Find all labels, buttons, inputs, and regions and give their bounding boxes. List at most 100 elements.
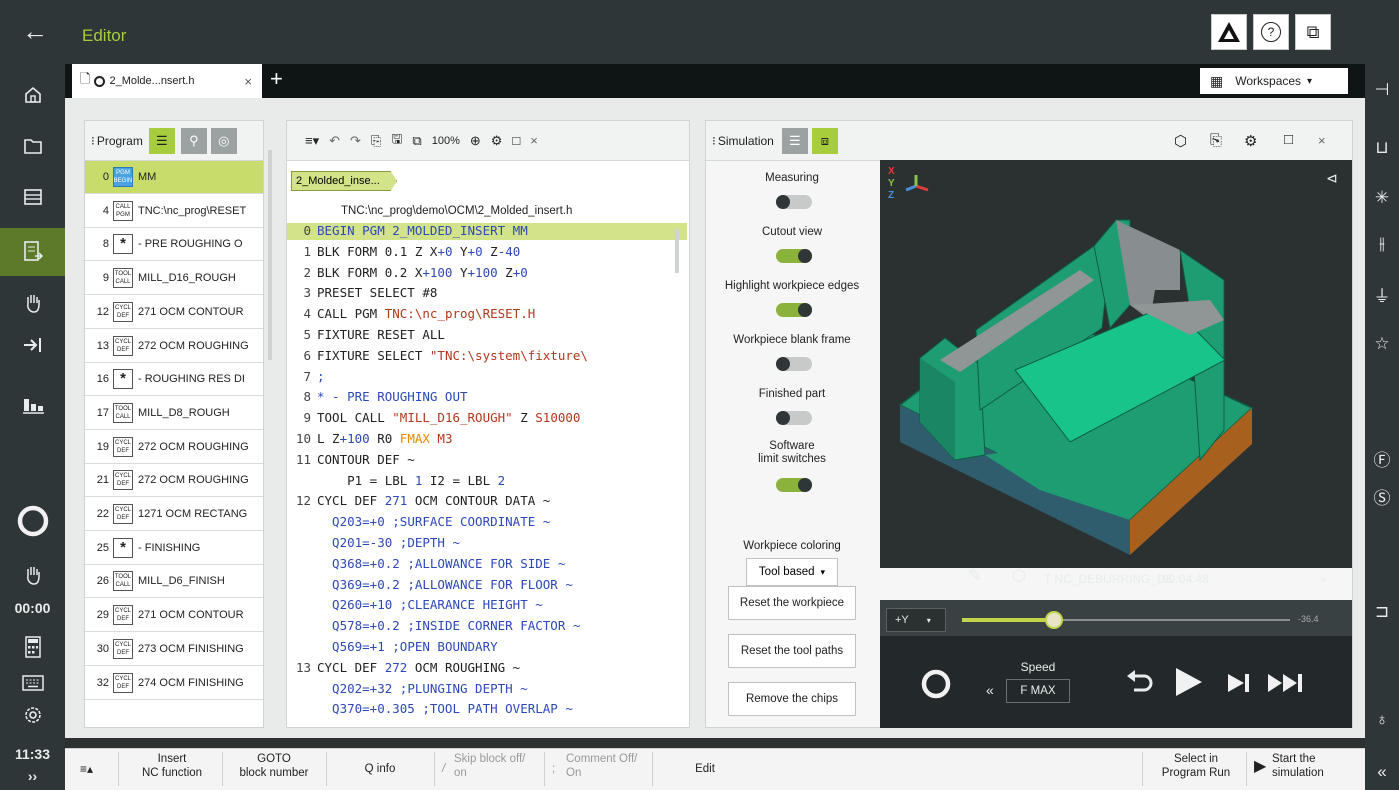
settings-gear-icon[interactable] <box>0 694 65 736</box>
table-icon[interactable] <box>0 176 65 218</box>
program-row[interactable]: 19 CYCL DEF 272 OCM ROUGHING <box>85 430 263 464</box>
toggle-switch[interactable] <box>776 357 812 371</box>
code-line[interactable]: Q569=+1 ;OPEN BOUNDARY <box>287 639 687 656</box>
code-line[interactable]: Q368=+0.2 ;ALLOWANCE FOR SIDE ~ <box>287 556 687 573</box>
select-in-program-run-button[interactable]: Select in Program Run <box>1150 752 1242 780</box>
cycle-start-icon[interactable] <box>0 496 65 546</box>
add-tab-button[interactable]: + <box>270 66 283 92</box>
editor-scrollbar[interactable] <box>675 229 679 273</box>
play-icon[interactable] <box>1172 666 1204 703</box>
code-line[interactable]: P1 = LBL 1 I2 = LBL 2 <box>287 473 687 490</box>
code-line[interactable]: 9 TOOL CALL "MILL_D16_ROUGH" Z S10000 <box>287 410 687 427</box>
expand-chevron-icon[interactable]: ›› <box>0 768 65 784</box>
close-panel-icon[interactable]: × <box>530 133 538 148</box>
code-line[interactable]: 4 CALL PGM TNC:\nc_prog\RESET.H <box>287 306 687 323</box>
workspaces-dropdown[interactable]: ▦ Workspaces ▾ <box>1200 68 1348 94</box>
program-row[interactable]: 13 CYCL DEF 272 OCM ROUGHING <box>85 329 263 363</box>
menu-caret-icon[interactable]: ≡▾ <box>305 133 319 149</box>
code-line[interactable]: 10 L Z+100 R0 FMAX M3 <box>287 431 687 448</box>
settings-icon[interactable]: ⚙ <box>491 133 503 149</box>
spindle-override-icon[interactable]: Ⓢ <box>1365 478 1399 514</box>
windows-icon[interactable]: ⧉ <box>1295 14 1331 50</box>
toggle-switch[interactable] <box>776 195 812 209</box>
splitter[interactable] <box>268 150 272 360</box>
code-line[interactable]: 5 FIXTURE RESET ALL <box>287 327 687 344</box>
editor-icon[interactable] <box>0 228 65 276</box>
3d-cube-icon[interactable]: ⬡ <box>1174 132 1187 150</box>
pin-icon[interactable]: ⊲ <box>1326 170 1338 187</box>
expand-icon[interactable]: » <box>1320 572 1327 586</box>
toggle-switch[interactable] <box>776 249 812 263</box>
code-line[interactable]: 2 BLK FORM 0.2 X+100 Y+100 Z+0 <box>287 265 687 282</box>
code-line[interactable]: 7; <box>287 369 687 386</box>
tool-path-icon[interactable]: ✎ <box>968 566 982 586</box>
list-view-icon[interactable]: ☰ <box>781 127 808 154</box>
code-line[interactable]: Q369=+0.2 ;ALLOWANCE FOR FLOOR ~ <box>287 577 687 594</box>
code-line[interactable]: 12 CYCL DEF 271 OCM CONTOUR DATA ~ <box>287 493 687 510</box>
slider-knob[interactable] <box>1044 611 1063 629</box>
tab-close-icon[interactable]: × <box>244 74 252 89</box>
code-line[interactable]: Q260=+10 ;CLEARANCE HEIGHT ~ <box>287 597 687 614</box>
favorites-star-icon[interactable]: ☆ <box>1365 326 1399 362</box>
help-icon[interactable]: ? <box>1253 14 1289 50</box>
heidenhain-logo-icon[interactable] <box>1211 14 1247 50</box>
start-simulation-button[interactable]: Start the simulation <box>1272 752 1344 780</box>
program-row[interactable]: 16 * - ROUGHING RES DI <box>85 363 263 397</box>
probe-icon[interactable]: ⊔ <box>1365 130 1399 166</box>
softkey-menu-icon[interactable]: ≡▴ <box>80 762 93 776</box>
toggle-switch[interactable] <box>776 303 812 317</box>
code-editor[interactable]: 0 BEGIN PGM 2_MOLDED_INSERT MM 1 BLK FORM 0… <box>287 223 689 727</box>
export-icon[interactable]: ⎘ <box>1210 132 1222 149</box>
zoom-icon[interactable]: ⊕ <box>470 133 481 149</box>
code-line[interactable]: 1 BLK FORM 0.1 Z X+0 Y+0 Z-40 <box>287 244 687 261</box>
exit-door-icon[interactable]: ⊐ <box>1365 594 1399 630</box>
insert-nc-function-button[interactable]: Insert NC function <box>124 752 220 780</box>
undo-icon[interactable]: ↶ <box>329 133 340 149</box>
coolant-icon[interactable]: ✳ <box>1365 180 1399 216</box>
back-arrow-icon[interactable]: ← <box>22 18 48 44</box>
home-icon[interactable] <box>0 74 65 116</box>
workpiece-coloring-select[interactable]: Tool based ▾ <box>746 558 838 586</box>
panel-toggle-icon[interactable]: ⊣ <box>1365 72 1399 108</box>
redo-icon[interactable]: ↷ <box>350 133 361 149</box>
breadcrumb[interactable]: 2_Molded_inse... <box>291 171 397 191</box>
program-row[interactable]: 21 CYCL DEF 272 OCM ROUGHING <box>85 464 263 498</box>
skip-block-button[interactable]: Skip block off/ on <box>454 752 540 780</box>
q-info-button[interactable]: Q info <box>340 762 420 776</box>
list-view-icon[interactable]: ☰ <box>148 127 175 154</box>
code-line[interactable]: Q203=+0 ;SURFACE COORDINATE ~ <box>287 514 687 531</box>
goto-block-button[interactable]: GOTO block number <box>226 752 322 780</box>
drag-handle-icon[interactable]: ⁝ <box>91 134 95 148</box>
program-row[interactable]: 9 TOOL CALL MILL_D16_ROUGH <box>85 262 263 296</box>
program-row[interactable]: 25 * - FINISHING <box>85 531 263 565</box>
tool-cube-icon[interactable]: ⬡ <box>1012 566 1026 586</box>
collapse-chevron-icon[interactable]: « <box>1365 754 1399 790</box>
program-row[interactable]: 30 CYCL DEF 273 OCM FINISHING <box>85 632 263 666</box>
code-line[interactable]: 13 CYCL DEF 272 OCM ROUGHING ~ <box>287 660 687 677</box>
drag-handle-icon[interactable]: ⁝ <box>712 134 716 148</box>
toggle-switch[interactable] <box>776 411 812 425</box>
zoom-level[interactable]: 100% <box>432 135 460 147</box>
program-row[interactable]: 17 TOOL CALL MILL_D8_ROUGH <box>85 396 263 430</box>
file-tab[interactable]: 🗋 2_Molde...nsert.h × <box>72 64 262 98</box>
single-step-icon[interactable] <box>1226 672 1252 699</box>
code-line[interactable]: Q370=+0.305 ;TOOL PATH OVERLAP ~ <box>287 701 687 718</box>
program-row[interactable]: 32 CYCL DEF 274 OCM FINISHING <box>85 666 263 700</box>
save-icon[interactable]: 🖫 <box>391 130 402 152</box>
code-line[interactable]: Q202=+32 ;PLUNGING DEPTH ~ <box>287 681 687 698</box>
settings-icon[interactable]: ⚙ <box>1244 132 1257 150</box>
toolbox-icon[interactable]: ⧈ <box>811 127 838 154</box>
reset-rewind-icon[interactable] <box>1124 666 1156 701</box>
program-row[interactable]: 29 CYCL DEF 271 OCM CONTOUR <box>85 599 263 633</box>
compare-icon[interactable]: ⧉ <box>412 133 421 149</box>
maximize-icon[interactable]: □ <box>512 133 520 148</box>
cycle-start-icon[interactable] <box>920 668 952 705</box>
toggle-switch[interactable] <box>776 478 812 492</box>
speed-value[interactable]: F MAX <box>1006 679 1070 703</box>
slower-icon[interactable]: « <box>986 682 994 698</box>
manual-hand-icon-2[interactable] <box>0 554 65 596</box>
program-row[interactable]: 12 CYCL DEF 271 OCM CONTOUR <box>85 295 263 329</box>
program-row[interactable]: 4 CALL PGM TNC:\nc_prog\RESET <box>85 194 263 228</box>
code-line[interactable]: 11 CONTOUR DEF ~ <box>287 452 687 469</box>
remove-chips-button[interactable]: Remove the chips <box>728 682 856 716</box>
